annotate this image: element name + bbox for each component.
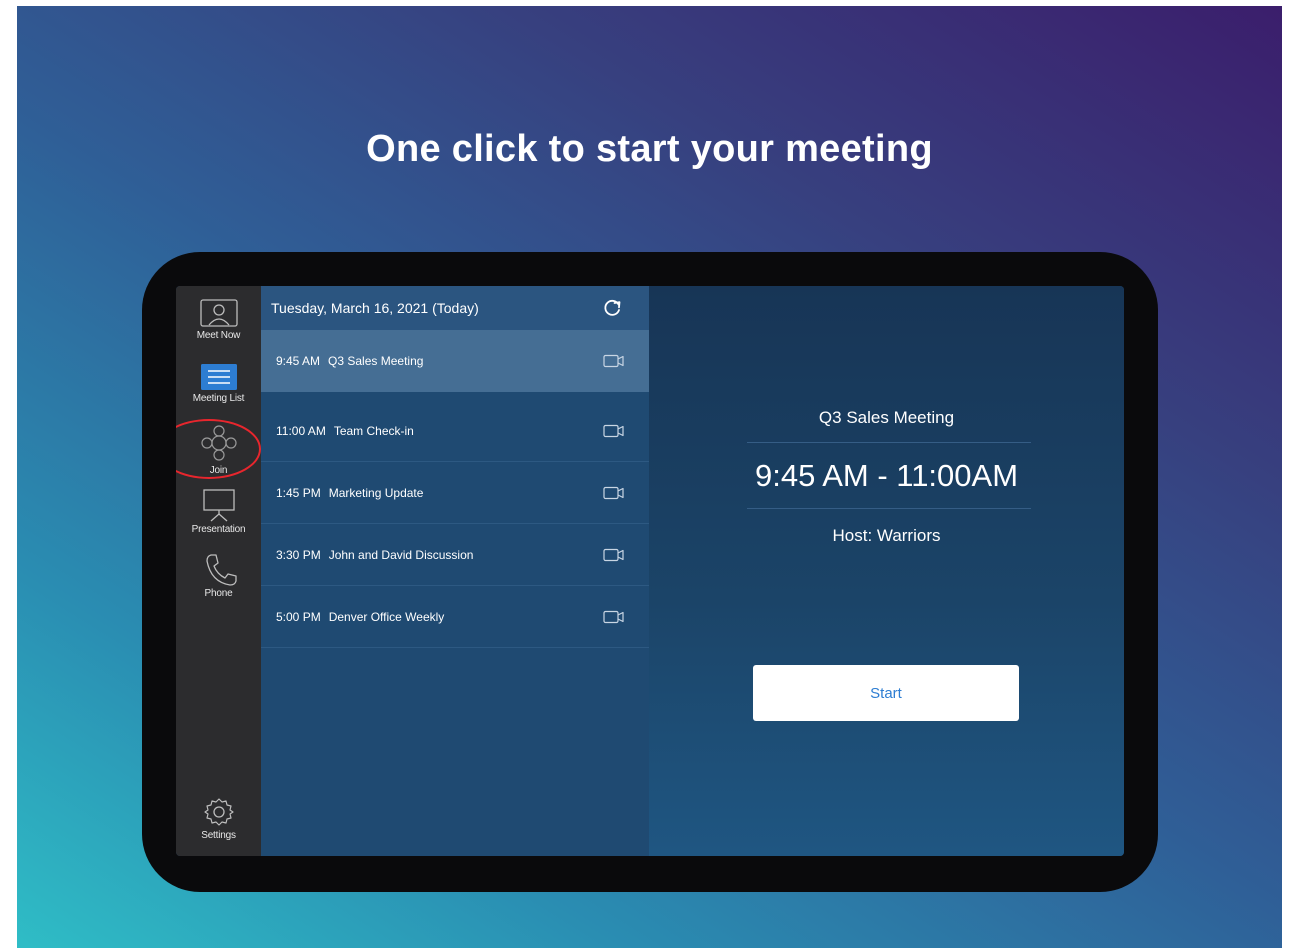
gear-icon [203,798,234,826]
video-camera-icon [603,610,624,624]
meeting-list-panel: Tuesday, March 16, 2021 (Today) 9:45 AM Q… [261,286,649,856]
meeting-title: John and David Discussion [328,548,474,562]
meeting-title: Marketing Update [328,486,424,500]
divider [747,508,1031,509]
list-icon [200,364,237,390]
meeting-list-header: Tuesday, March 16, 2021 (Today) [261,286,649,330]
sidebar-item-phone[interactable]: Phone [176,552,261,599]
sidebar-item-settings[interactable]: Settings [176,796,261,841]
video-camera-icon [603,424,624,438]
meeting-title: Denver Office Weekly [328,610,445,624]
sidebar-item-meet-now[interactable]: Meet Now [176,298,261,341]
headline: One click to start your meeting [366,128,933,170]
video-camera-icon [603,548,624,562]
sidebar-item-presentation[interactable]: Presentation [176,488,261,535]
promo-banner: One click to start your meeting Meet Now [17,6,1282,948]
meeting-row[interactable]: 1:45 PM Marketing Update [261,462,649,524]
meeting-row[interactable]: 9:45 AM Q3 Sales Meeting [261,330,649,392]
phone-icon [205,554,237,586]
meeting-detail-title: Q3 Sales Meeting [818,408,955,427]
meeting-row[interactable]: 11:00 AM Team Check-in [261,400,649,462]
video-camera-icon [603,354,624,368]
meeting-time: 11:00 AM [276,424,326,438]
meeting-time: 1:45 PM [276,486,321,500]
sidebar-item-label: Presentation [191,524,246,535]
start-button[interactable]: Start [753,665,1019,721]
divider [747,442,1031,443]
sidebar-item-label: Settings [201,830,236,841]
meeting-time: 5:00 PM [276,610,321,624]
sidebar-item-meeting-list[interactable]: Meeting List [176,363,261,404]
meeting-detail-time: 9:45 AM - 11:00AM [754,458,1019,493]
tablet-screen: Meet Now Meeting List Join Presentation … [176,286,1124,856]
meeting-list-date: Tuesday, March 16, 2021 (Today) [271,300,479,316]
meeting-title: Team Check-in [333,424,414,438]
refresh-icon[interactable] [603,298,623,318]
meeting-detail-host: Host: Warriors [832,526,941,545]
sidebar-item-label: Meet Now [196,330,241,341]
sidebar-item-label: Phone [204,588,233,599]
meeting-title: Q3 Sales Meeting [328,354,424,368]
meeting-row[interactable]: 3:30 PM John and David Discussion [261,524,649,586]
meeting-row[interactable]: 5:00 PM Denver Office Weekly [261,586,649,648]
meeting-time: 9:45 AM [276,354,321,368]
person-screen-icon [199,299,238,327]
presentation-icon [202,489,235,522]
meeting-detail-panel: Q3 Sales Meeting 9:45 AM - 11:00AM Host:… [649,286,1124,856]
meeting-time: 3:30 PM [276,548,321,562]
sidebar-item-label: Meeting List [192,393,245,404]
sidebar: Meet Now Meeting List Join Presentation … [176,286,261,856]
video-camera-icon [603,486,624,500]
tablet-frame: Meet Now Meeting List Join Presentation … [142,252,1158,892]
